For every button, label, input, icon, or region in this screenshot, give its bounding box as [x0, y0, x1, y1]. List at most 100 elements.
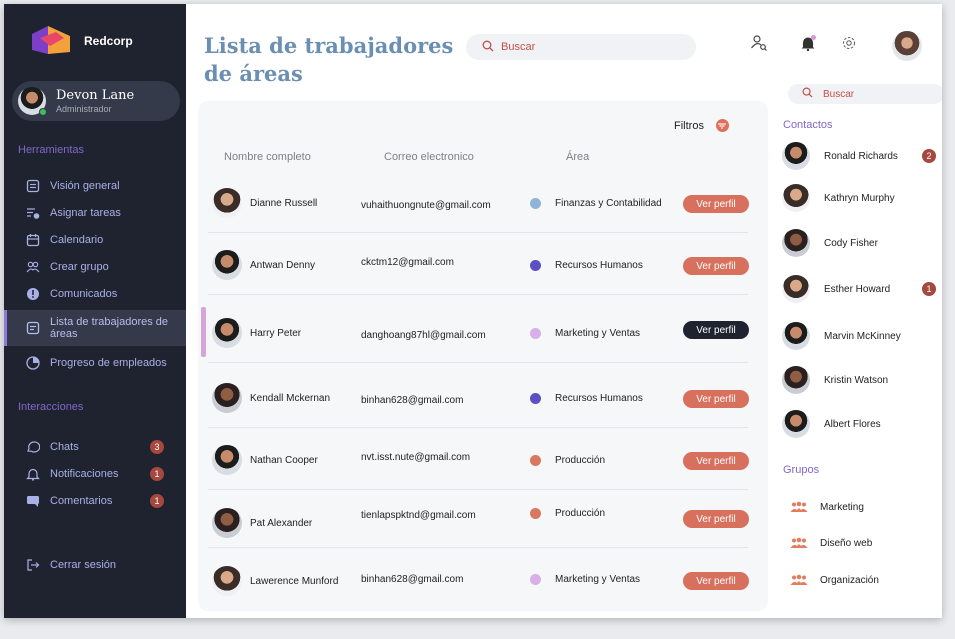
nav-item-chats[interactable]: Chats 3: [4, 437, 186, 457]
contacts-title: Contactos: [783, 119, 833, 131]
avatar: [212, 508, 242, 538]
contact-name: Esther Howard: [824, 283, 891, 295]
avatar: [212, 566, 242, 596]
bell-icon: [26, 467, 40, 481]
logout-button[interactable]: Cerrar sesión: [4, 555, 186, 575]
view-profile-button[interactable]: Ver perfil: [683, 195, 749, 213]
brand-logo[interactable]: Redcorp: [28, 24, 133, 58]
calendar-icon: [26, 233, 40, 247]
worker-name: Lawerence Munford: [250, 575, 339, 587]
user-name: Devon Lane: [56, 88, 135, 103]
notification-bell-icon[interactable]: [797, 32, 819, 54]
nav-item-notifications[interactable]: Notificaciones 1: [4, 464, 186, 484]
table-row[interactable]: Harry Peter danghoang87hl@gmail.com Mark…: [198, 301, 768, 363]
contacts-search-input[interactable]: Buscar: [788, 84, 942, 104]
area-color-dot: [530, 260, 541, 271]
nav-item-announcements[interactable]: Comunicados: [4, 284, 186, 304]
avatar: [212, 383, 242, 413]
contact-item[interactable]: Kristin Watson: [782, 366, 942, 394]
avatar: [782, 229, 810, 257]
view-profile-button[interactable]: Ver perfil: [683, 452, 749, 470]
brand-name: Redcorp: [84, 34, 133, 48]
contact-item[interactable]: Kathryn Murphy: [782, 184, 942, 212]
nav-item-tasks[interactable]: Asignar tareas: [4, 203, 186, 223]
column-header-area[interactable]: Área: [566, 151, 589, 163]
contact-item[interactable]: Marvin McKinney: [782, 322, 942, 350]
tools-section-title: Herramientas: [18, 144, 85, 156]
group-icon: [790, 501, 808, 512]
avatar: [782, 184, 810, 212]
settings-gear-icon[interactable]: [838, 32, 860, 54]
nav-item-calendar[interactable]: Calendario: [4, 230, 186, 250]
worker-name: Harry Peter: [250, 327, 302, 339]
area-color-dot: [530, 455, 541, 466]
chat-icon: [26, 440, 40, 454]
group-icon: [26, 260, 40, 274]
worker-name: Dianne Russell: [250, 197, 318, 209]
group-item-web-design[interactable]: Diseño web: [790, 537, 872, 549]
comments-badge: 1: [150, 494, 164, 508]
avatar: [18, 87, 47, 116]
selected-row-indicator: [201, 307, 206, 357]
table-row[interactable]: Dianne Russell vuhaithuongnute@gmail.com…: [198, 171, 768, 233]
worker-area: Marketing y Ventas: [555, 328, 641, 339]
contact-item[interactable]: Esther Howard 1: [782, 275, 942, 303]
list-icon: [26, 321, 40, 335]
group-item-organization[interactable]: Organización: [790, 574, 879, 586]
avatar: [212, 318, 242, 348]
contact-badge: 2: [922, 149, 936, 163]
group-icon: [790, 574, 808, 585]
search-input[interactable]: Buscar: [466, 34, 696, 60]
group-item-marketing[interactable]: Marketing: [790, 501, 864, 513]
nav-label: Cerrar sesión: [50, 559, 117, 571]
worker-area: Marketing y Ventas: [555, 574, 641, 585]
table-row[interactable]: Nathan Cooper nvt.isst.nute@gmail.com Pr…: [198, 428, 768, 490]
worker-name: Nathan Cooper: [250, 454, 318, 466]
view-profile-button[interactable]: Ver perfil: [683, 390, 749, 408]
area-color-dot: [530, 328, 541, 339]
worker-email: ckctm12@gmail.com: [361, 257, 454, 268]
nav-item-progress[interactable]: Progreso de empleados: [4, 353, 186, 373]
avatar: [782, 142, 810, 170]
group-name: Organización: [820, 574, 879, 586]
column-header-name[interactable]: Nombre completo: [224, 151, 311, 163]
view-profile-button[interactable]: Ver perfil: [683, 257, 749, 275]
worker-name: Antwan Denny: [250, 259, 316, 271]
group-icon: [790, 537, 808, 548]
nav-item-overview[interactable]: Visión general: [4, 176, 186, 196]
search-icon: [482, 40, 494, 55]
view-profile-button[interactable]: Ver perfil: [683, 572, 749, 590]
contact-badge: 1: [922, 282, 936, 296]
nav-label: Chats: [50, 441, 79, 453]
nav-item-workers-list[interactable]: Lista de trabajadores de áreas: [4, 310, 186, 346]
search-icon: [802, 87, 813, 101]
page-title: Lista de trabajadores de áreas: [204, 32, 454, 88]
view-profile-button[interactable]: Ver perfil: [683, 510, 749, 528]
user-avatar[interactable]: [892, 31, 922, 61]
nav-item-create-group[interactable]: Crear grupo: [4, 257, 186, 277]
view-profile-button[interactable]: Ver perfil: [683, 321, 749, 339]
table-row[interactable]: Lawerence Munford binhan628@gmail.com Ma…: [198, 546, 768, 608]
alert-icon: [26, 287, 40, 301]
contact-name: Albert Flores: [824, 418, 881, 430]
column-header-email[interactable]: Correo electronico: [384, 151, 474, 163]
worker-area: Producción: [555, 508, 606, 519]
table-row[interactable]: Antwan Denny ckctm12@gmail.com Recursos …: [198, 233, 768, 295]
user-role: Administrador: [56, 104, 112, 114]
table-row[interactable]: Pat Alexander tienlapspktnd@gmail.com Pr…: [198, 486, 768, 548]
contact-item[interactable]: Albert Flores: [782, 410, 942, 438]
table-row[interactable]: Kendall Mckernan binhan628@gmail.com Rec…: [198, 366, 768, 428]
nav-item-comments[interactable]: Comentarios 1: [4, 491, 186, 511]
people-search-icon[interactable]: [748, 32, 770, 54]
contact-item[interactable]: Cody Fisher: [782, 229, 942, 257]
contact-item[interactable]: Ronald Richards 2: [782, 142, 942, 170]
groups-title: Grupos: [783, 464, 820, 476]
filters-label: Filtros: [674, 119, 704, 132]
avatar: [782, 322, 810, 350]
nav-label: Comunicados: [50, 288, 118, 300]
worker-name: Pat Alexander: [250, 517, 313, 529]
user-profile[interactable]: Devon Lane Administrador: [12, 81, 180, 121]
filters-button[interactable]: Filtros: [674, 119, 729, 132]
nav-label: Lista de trabajadores de áreas: [50, 316, 169, 340]
worker-email: binhan628@gmail.com: [361, 574, 464, 585]
